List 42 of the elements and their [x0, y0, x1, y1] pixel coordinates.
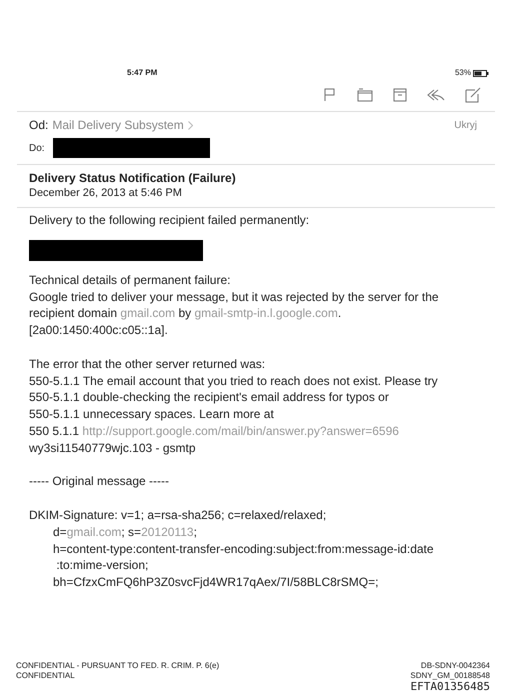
document-number: EFTA01356485: [410, 681, 490, 693]
body-text-line: d=gmail.com; s=20120113;: [53, 524, 197, 541]
link[interactable]: gmail.com: [120, 306, 176, 320]
body-text-line: ----- Original message -----: [29, 473, 170, 490]
link[interactable]: gmail-smtp-in.l.google.com: [194, 306, 338, 320]
body-text-line: 550-5.1.1 unnecessary spaces. Learn more at: [29, 406, 274, 423]
body-text-line: The error that the other server returned was:: [29, 356, 266, 373]
flag-icon[interactable]: [323, 88, 337, 102]
message-date: December 26, 2013 at 5:46 PM: [29, 186, 183, 201]
hide-link[interactable]: Ukryj: [454, 118, 477, 132]
body-text-line: bh=CfzxCmFQ6hP3Z0svcFjd4WR17qAex/7I/58BLC8rSMQ=;: [53, 574, 378, 591]
compose-icon[interactable]: [465, 87, 481, 103]
body-text-line: Delivery to the following recipient failed permanently:: [29, 212, 310, 229]
sender-name[interactable]: Mail Delivery Subsystem: [52, 116, 184, 134]
link[interactable]: 20120113: [141, 524, 194, 539]
body-text-line: DKIM-Signature: v=1; a=rsa-sha256; c=relaxed/relaxed;: [29, 506, 326, 524]
body-text-line: Google tried to deliver your message, but it was rejected by the server for the: [29, 288, 439, 306]
body-text-line: wy3si11540779wjc.103 - gsmtp: [29, 440, 196, 457]
archive-box-icon[interactable]: [393, 88, 407, 102]
confidentiality-notice: CONFIDENTIAL: [16, 671, 76, 681]
body-text-line: 550-5.1.1 The email account that you tried to reach does not exist. Please try: [29, 372, 438, 390]
to-label: Do:: [29, 142, 45, 156]
folder-icon[interactable]: [357, 88, 373, 102]
body-text-line: recipient domain gmail.com by gmail-smtp-in.l.google.com.: [29, 305, 342, 322]
confidentiality-notice: CONFIDENTIAL - PURSUANT TO FED. R. CRIM. P. 6(e): [16, 661, 220, 671]
body-text-line: h=content-type:content-transfer-encoding:subject:from:message-id:date: [53, 540, 434, 558]
document-id: SDNY_GM_00188548: [410, 671, 490, 681]
reply-all-icon[interactable]: [427, 88, 445, 102]
link[interactable]: http://support.google.com/mail/bin/answer.py?answer=6596: [82, 424, 399, 438]
status-time: 5:47 PM: [127, 67, 158, 79]
body-text-line: 550-5.1.1 double-checking the recipient's email address for typos or: [29, 389, 389, 406]
body-text-line: :to:mime-version;: [55, 557, 148, 574]
body-text-line: 550 5.1.1 http://support.google.com/mail/bin/answer.py?answer=6596: [29, 422, 399, 440]
from-label: Od:: [29, 117, 48, 134]
battery-icon: [473, 70, 489, 76]
chevron-right-icon: [188, 120, 193, 130]
body-text-line: Technical details of permanent failure:: [29, 272, 230, 289]
document-id: DB-SDNY-0042364: [420, 661, 490, 671]
battery-percent: 53%: [454, 67, 471, 79]
body-text-line: [2a00:1450:400c:c05::1a].: [29, 322, 168, 339]
message-subject: Delivery Status Notification (Failure): [29, 170, 237, 186]
link[interactable]: gmail.com: [66, 524, 122, 539]
